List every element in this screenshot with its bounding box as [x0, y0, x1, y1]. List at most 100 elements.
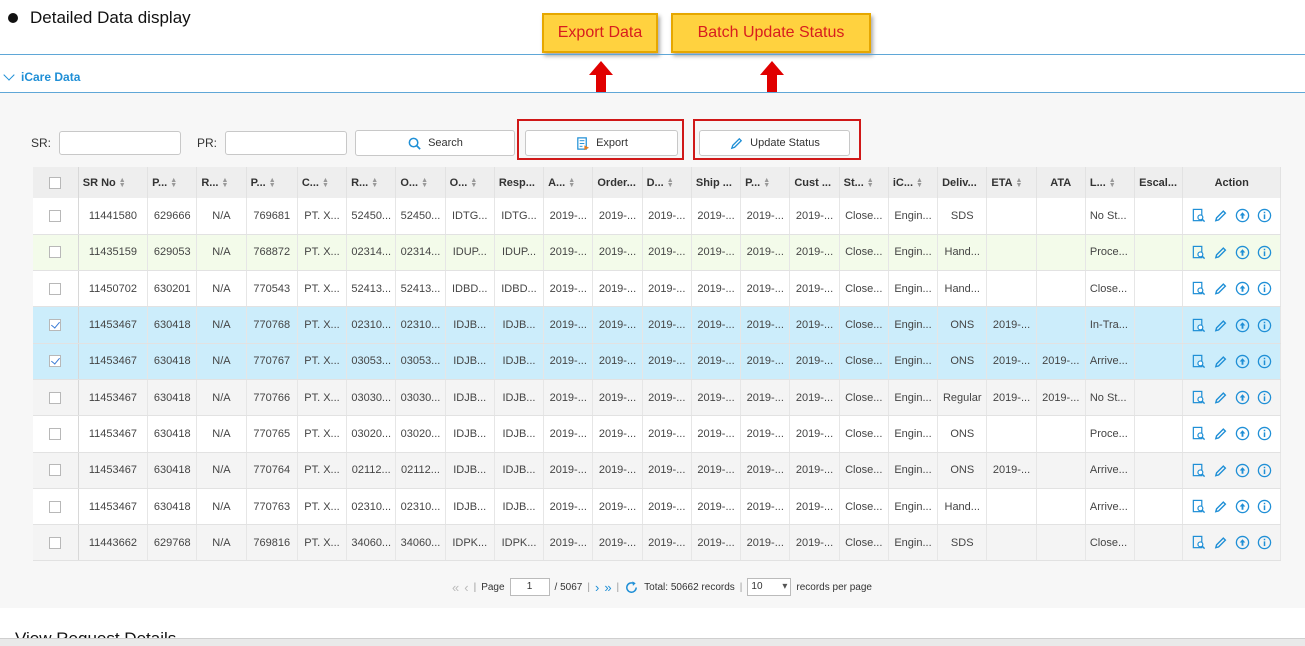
- page-number-input[interactable]: 1: [509, 578, 550, 596]
- upload-icon[interactable]: [1235, 499, 1250, 514]
- edit-icon[interactable]: [1213, 245, 1228, 260]
- edit-icon[interactable]: [1213, 318, 1228, 333]
- column-header[interactable]: P... ▲ ▼: [246, 167, 298, 198]
- edit-icon[interactable]: [1213, 390, 1228, 405]
- row-checkbox[interactable]: [49, 209, 62, 222]
- chevron-down-icon[interactable]: [3, 69, 15, 81]
- row-checkbox[interactable]: [49, 319, 62, 332]
- column-header[interactable]: Ship ...: [691, 167, 742, 198]
- row-checkbox[interactable]: [49, 536, 62, 549]
- view-icon[interactable]: [1191, 499, 1206, 514]
- sort-icon[interactable]: ▲ ▼: [221, 177, 228, 189]
- table-row[interactable]: 11453467 630418 N/A 770764 PT. X... 02112... 0…: [33, 452, 1281, 489]
- info-icon[interactable]: [1257, 245, 1272, 260]
- column-header[interactable]: ATA: [1036, 167, 1086, 198]
- column-header[interactable]: A... ▲ ▼: [543, 167, 594, 198]
- upload-icon[interactable]: [1235, 463, 1250, 478]
- column-header[interactable]: O... ▲ ▼: [395, 167, 446, 198]
- table-row[interactable]: 11453467 630418 N/A 770763 PT. X... 02310... 0…: [33, 488, 1281, 526]
- row-select-cell[interactable]: [33, 198, 79, 235]
- info-icon[interactable]: [1257, 535, 1272, 550]
- upload-icon[interactable]: [1235, 426, 1250, 441]
- pr-input[interactable]: [225, 131, 347, 155]
- upload-icon[interactable]: [1235, 535, 1250, 550]
- info-icon[interactable]: [1257, 426, 1272, 441]
- view-icon[interactable]: [1191, 318, 1206, 333]
- upload-icon[interactable]: [1235, 318, 1250, 333]
- column-header[interactable]: iC... ▲ ▼: [888, 167, 939, 198]
- info-icon[interactable]: [1257, 318, 1272, 333]
- view-icon[interactable]: [1191, 390, 1206, 405]
- sort-icon[interactable]: ▲ ▼: [170, 177, 177, 189]
- column-header[interactable]: O... ▲ ▼: [445, 167, 495, 198]
- sort-icon[interactable]: ▲ ▼: [667, 177, 674, 189]
- edit-icon[interactable]: [1213, 499, 1228, 514]
- edit-icon[interactable]: [1213, 426, 1228, 441]
- sort-icon[interactable]: ▲ ▼: [371, 177, 378, 189]
- row-checkbox[interactable]: [49, 355, 62, 368]
- column-header[interactable]: D... ▲ ▼: [642, 167, 692, 198]
- page-size-select[interactable]: 10: [747, 578, 792, 596]
- info-icon[interactable]: [1257, 390, 1272, 405]
- upload-icon[interactable]: [1235, 208, 1250, 223]
- info-icon[interactable]: [1257, 354, 1272, 369]
- panel-header[interactable]: iCare Data: [0, 64, 80, 90]
- view-icon[interactable]: [1191, 354, 1206, 369]
- column-header[interactable]: Action: [1182, 167, 1281, 198]
- refresh-icon[interactable]: [624, 580, 639, 595]
- edit-icon[interactable]: [1213, 535, 1228, 550]
- row-checkbox[interactable]: [49, 427, 62, 440]
- column-header[interactable]: Escal...: [1134, 167, 1184, 198]
- column-header[interactable]: SR No ▲ ▼: [78, 167, 149, 198]
- export-button[interactable]: Export: [525, 130, 678, 156]
- sr-input[interactable]: [59, 131, 181, 155]
- table-row[interactable]: 11453467 630418 N/A 770765 PT. X... 03020... 0…: [33, 415, 1281, 453]
- row-checkbox[interactable]: [49, 464, 62, 477]
- last-page-button[interactable]: »: [604, 580, 611, 595]
- search-button[interactable]: Search: [355, 130, 515, 156]
- column-header[interactable]: Order...: [592, 167, 643, 198]
- row-select-cell[interactable]: [33, 488, 79, 526]
- row-select-cell[interactable]: [33, 343, 79, 380]
- row-select-cell[interactable]: [33, 306, 79, 344]
- upload-icon[interactable]: [1235, 354, 1250, 369]
- sort-icon[interactable]: ▲ ▼: [119, 177, 126, 189]
- sort-icon[interactable]: ▲ ▼: [322, 177, 329, 189]
- info-icon[interactable]: [1257, 281, 1272, 296]
- row-checkbox[interactable]: [49, 246, 62, 259]
- view-icon[interactable]: [1191, 463, 1206, 478]
- column-header[interactable]: L... ▲ ▼: [1085, 167, 1136, 198]
- row-select-cell[interactable]: [33, 452, 79, 489]
- view-icon[interactable]: [1191, 281, 1206, 296]
- table-row[interactable]: 11450702 630201 N/A 770543 PT. X... 52413... 5…: [33, 270, 1281, 308]
- upload-icon[interactable]: [1235, 390, 1250, 405]
- sort-icon[interactable]: ▲ ▼: [470, 177, 477, 189]
- column-header[interactable]: Cust ...: [789, 167, 840, 198]
- column-header[interactable]: R... ▲ ▼: [196, 167, 247, 198]
- row-select-cell[interactable]: [33, 524, 79, 562]
- view-icon[interactable]: [1191, 426, 1206, 441]
- upload-icon[interactable]: [1235, 281, 1250, 296]
- column-header[interactable]: ETA ▲ ▼: [986, 167, 1037, 198]
- prev-page-button[interactable]: ‹: [464, 580, 468, 595]
- select-all-checkbox[interactable]: [49, 176, 62, 189]
- edit-icon[interactable]: [1213, 354, 1228, 369]
- view-icon[interactable]: [1191, 208, 1206, 223]
- column-header[interactable]: P... ▲ ▼: [147, 167, 198, 198]
- view-icon[interactable]: [1191, 535, 1206, 550]
- info-icon[interactable]: [1257, 463, 1272, 478]
- column-header[interactable]: Resp...: [494, 167, 545, 198]
- sort-icon[interactable]: ▲ ▼: [568, 177, 575, 189]
- sort-icon[interactable]: ▲ ▼: [763, 177, 770, 189]
- column-header[interactable]: St... ▲ ▼: [839, 167, 889, 198]
- sort-icon[interactable]: ▲ ▼: [269, 177, 276, 189]
- select-all-cell[interactable]: [33, 167, 79, 198]
- table-row[interactable]: 11453467 630418 N/A 770767 PT. X... 03053... 0…: [33, 343, 1281, 380]
- bottom-scrollbar[interactable]: [0, 638, 1305, 646]
- sort-icon[interactable]: ▲ ▼: [916, 177, 923, 189]
- first-page-button[interactable]: «: [452, 580, 459, 595]
- table-row[interactable]: 11441580 629666 N/A 769681 PT. X... 52450... 5…: [33, 198, 1281, 235]
- row-checkbox[interactable]: [49, 391, 62, 404]
- row-checkbox[interactable]: [49, 282, 62, 295]
- sort-icon[interactable]: ▲ ▼: [421, 177, 428, 189]
